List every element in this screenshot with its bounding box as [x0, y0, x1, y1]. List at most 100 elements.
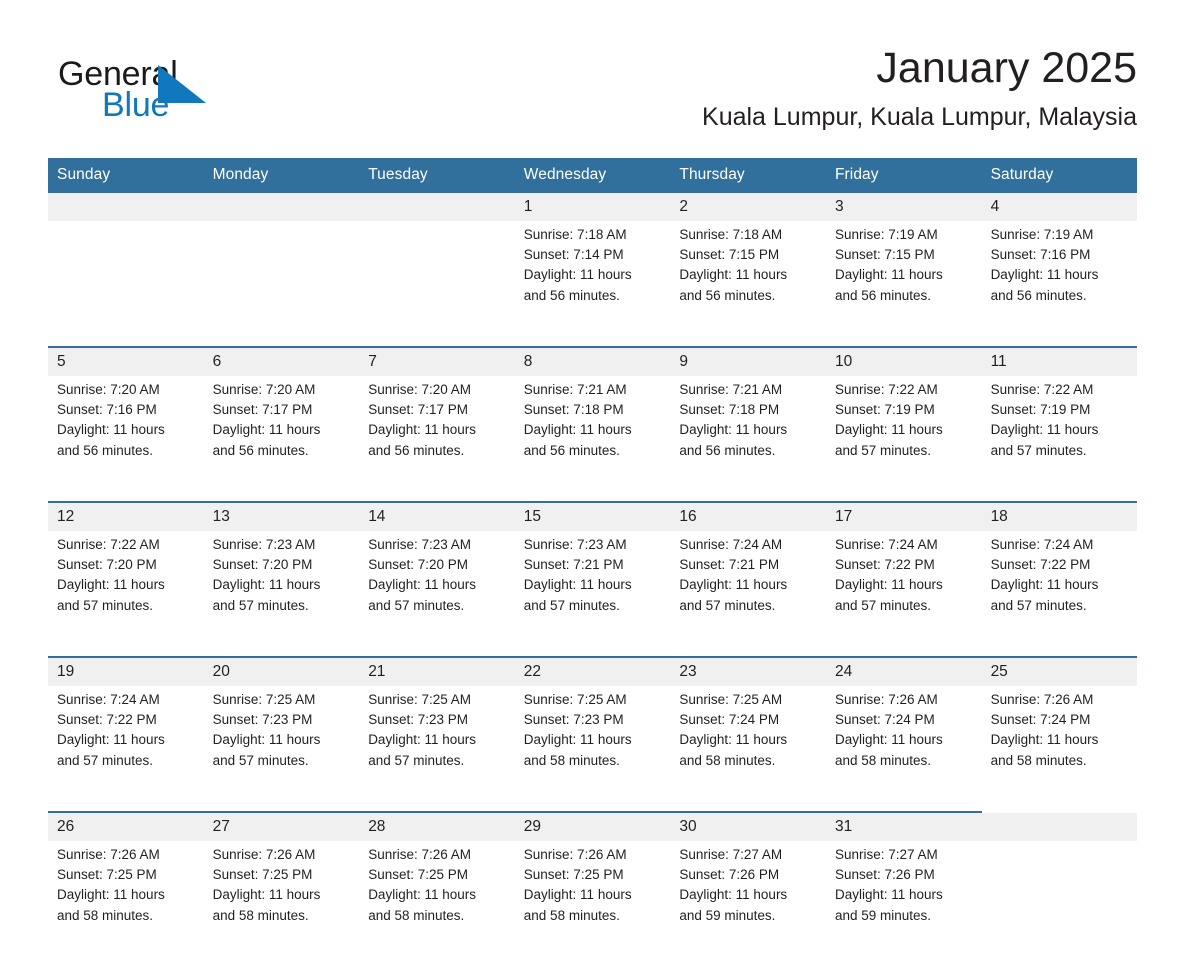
day-detail-22[interactable]: Sunrise: 7:25 AM Sunset: 7:23 PM Daylight:…: [514, 686, 671, 800]
day-detail-line: Sunset: 7:21 PM: [523, 557, 624, 573]
day-detail-19[interactable]: Sunrise: 7:24 AM Sunset: 7:22 PM Daylight:…: [48, 686, 204, 800]
calendar-table: Sunday Monday Tuesday Wednesday Thursday Frid…: [48, 158, 1138, 955]
day-number-16[interactable]: 16: [670, 503, 826, 531]
day-number-3[interactable]: 3: [825, 193, 982, 221]
day-detail-line: Sunset: 7:19 PM: [834, 402, 935, 418]
day-number-9[interactable]: 9: [670, 348, 826, 376]
day-detail-3[interactable]: Sunrise: 7:19 AM Sunset: 7:15 PM Daylight:…: [825, 221, 982, 335]
day-detail-line: Daylight: 11 hours: [990, 267, 1099, 283]
day-detail-line: Sunset: 7:23 PM: [368, 712, 468, 728]
day-detail-line: Sunset: 7:25 PM: [368, 867, 468, 883]
day-detail-13[interactable]: Sunrise: 7:23 AM Sunset: 7:20 PM Daylight:…: [203, 531, 360, 645]
generalblue-logo[interactable]: General Blue: [58, 54, 258, 128]
day-detail-15[interactable]: Sunrise: 7:23 AM Sunset: 7:21 PM Daylight:…: [514, 531, 671, 645]
day-number-26[interactable]: 26: [48, 813, 204, 841]
day-detail-27[interactable]: Sunrise: 7:26 AM Sunset: 7:25 PM Daylight:…: [203, 841, 360, 955]
day-number-13[interactable]: 13: [203, 503, 360, 531]
day-number-18[interactable]: 18: [981, 503, 1138, 531]
day-detail-line: Daylight: 11 hours: [368, 887, 476, 903]
day-detail-24[interactable]: Sunrise: 7:26 AM Sunset: 7:24 PM Daylight:…: [825, 686, 982, 800]
day-number-20[interactable]: 20: [203, 658, 360, 686]
day-number-7[interactable]: 7: [359, 348, 515, 376]
day-number-4[interactable]: 4: [981, 193, 1138, 221]
day-number-30[interactable]: 30: [670, 813, 826, 841]
day-detail-12[interactable]: Sunrise: 7:22 AM Sunset: 7:20 PM Daylight:…: [48, 531, 204, 645]
day-detail-line: Daylight: 11 hours: [834, 577, 943, 593]
day-number-31[interactable]: 31: [825, 813, 982, 841]
day-detail-28[interactable]: Sunrise: 7:26 AM Sunset: 7:25 PM Daylight:…: [359, 841, 515, 955]
weekday-header-saturday: Saturday: [981, 158, 1138, 193]
day-number-2[interactable]: 2: [670, 193, 826, 221]
day-number-25[interactable]: 25: [981, 658, 1138, 686]
day-detail-26[interactable]: Sunrise: 7:26 AM Sunset: 7:25 PM Daylight:…: [48, 841, 204, 955]
day-detail-line: Daylight: 11 hours: [679, 422, 788, 438]
day-number-22[interactable]: 22: [514, 658, 671, 686]
day-detail-6[interactable]: Sunrise: 7:20 AM Sunset: 7:17 PM Daylight:…: [203, 376, 360, 490]
day-detail-18[interactable]: Sunrise: 7:24 AM Sunset: 7:22 PM Daylight:…: [981, 531, 1138, 645]
day-detail-line: Daylight: 11 hours: [523, 887, 632, 903]
day-number-1[interactable]: 1: [514, 193, 671, 221]
day-detail-line: and 56 minutes.: [990, 287, 1087, 303]
day-number-23[interactable]: 23: [670, 658, 826, 686]
day-detail-29[interactable]: Sunrise: 7:26 AM Sunset: 7:25 PM Daylight:…: [514, 841, 671, 955]
day-detail-25[interactable]: Sunrise: 7:26 AM Sunset: 7:24 PM Daylight:…: [981, 686, 1138, 800]
day-detail-line: Sunset: 7:21 PM: [679, 557, 780, 573]
day-detail-30[interactable]: Sunrise: 7:27 AM Sunset: 7:26 PM Daylight:…: [670, 841, 826, 955]
day-detail-line: Sunrise: 7:26 AM: [57, 847, 160, 862]
day-number-12[interactable]: 12: [48, 503, 204, 531]
day-detail-line: Sunrise: 7:20 AM: [212, 382, 316, 397]
day-detail-16[interactable]: Sunrise: 7:24 AM Sunset: 7:21 PM Daylight:…: [670, 531, 826, 645]
calendar-grid: Sunday Monday Tuesday Wednesday Thursday Frid…: [48, 158, 1138, 955]
day-number-27[interactable]: 27: [203, 813, 360, 841]
day-detail-row: Sunrise: 7:24 AM Sunset: 7:22 PM Daylight:…: [48, 686, 1138, 800]
day-number-17[interactable]: 17: [825, 503, 982, 531]
day-detail-23[interactable]: Sunrise: 7:25 AM Sunset: 7:24 PM Daylight:…: [670, 686, 826, 800]
day-number-28[interactable]: 28: [359, 813, 515, 841]
day-detail-line: Sunrise: 7:26 AM: [990, 692, 1094, 707]
day-detail-line: and 57 minutes.: [212, 597, 309, 613]
day-detail-line: Sunset: 7:15 PM: [679, 247, 780, 263]
day-detail-line: and 57 minutes.: [57, 597, 154, 613]
day-detail-21[interactable]: Sunrise: 7:25 AM Sunset: 7:23 PM Daylight:…: [359, 686, 515, 800]
day-number-empty: [203, 193, 360, 221]
day-detail-line: Sunrise: 7:26 AM: [523, 847, 627, 862]
day-detail-line: and 57 minutes.: [212, 752, 309, 768]
day-detail-10[interactable]: Sunrise: 7:22 AM Sunset: 7:19 PM Daylight:…: [825, 376, 982, 490]
day-detail-line: and 56 minutes.: [212, 442, 309, 458]
day-detail-7[interactable]: Sunrise: 7:20 AM Sunset: 7:17 PM Daylight:…: [359, 376, 515, 490]
day-number-19[interactable]: 19: [48, 658, 204, 686]
day-detail-line: Sunrise: 7:24 AM: [679, 537, 783, 552]
day-detail-4[interactable]: Sunrise: 7:19 AM Sunset: 7:16 PM Daylight:…: [981, 221, 1138, 335]
day-number-8[interactable]: 8: [514, 348, 671, 376]
day-detail-line: Sunrise: 7:22 AM: [834, 382, 938, 397]
day-detail-5[interactable]: Sunrise: 7:20 AM Sunset: 7:16 PM Daylight:…: [48, 376, 204, 490]
day-detail-line: Sunrise: 7:25 AM: [523, 692, 627, 707]
day-number-14[interactable]: 14: [359, 503, 515, 531]
day-detail-11[interactable]: Sunrise: 7:22 AM Sunset: 7:19 PM Daylight:…: [981, 376, 1138, 490]
day-detail-17[interactable]: Sunrise: 7:24 AM Sunset: 7:22 PM Daylight:…: [825, 531, 982, 645]
day-detail-1[interactable]: Sunrise: 7:18 AM Sunset: 7:14 PM Daylight:…: [514, 221, 671, 335]
day-detail-line: Sunrise: 7:18 AM: [679, 227, 783, 242]
day-detail-line: Daylight: 11 hours: [990, 577, 1099, 593]
day-detail-line: Sunrise: 7:24 AM: [57, 692, 160, 707]
day-number-29[interactable]: 29: [514, 813, 671, 841]
day-detail-line: and 56 minutes.: [679, 287, 776, 303]
day-detail-8[interactable]: Sunrise: 7:21 AM Sunset: 7:18 PM Daylight:…: [514, 376, 671, 490]
day-number-5[interactable]: 5: [48, 348, 204, 376]
day-detail-9[interactable]: Sunrise: 7:21 AM Sunset: 7:18 PM Daylight:…: [670, 376, 826, 490]
day-detail-2[interactable]: Sunrise: 7:18 AM Sunset: 7:15 PM Daylight:…: [670, 221, 826, 335]
day-number-empty: [981, 813, 1138, 841]
day-detail-line: Daylight: 11 hours: [834, 732, 943, 748]
day-number-21[interactable]: 21: [359, 658, 515, 686]
day-detail-20[interactable]: Sunrise: 7:25 AM Sunset: 7:23 PM Daylight:…: [203, 686, 360, 800]
day-detail-line: Sunrise: 7:26 AM: [212, 847, 316, 862]
day-detail-line: Sunrise: 7:25 AM: [679, 692, 783, 707]
day-detail-line: Daylight: 11 hours: [679, 887, 788, 903]
day-detail-14[interactable]: Sunrise: 7:23 AM Sunset: 7:20 PM Daylight:…: [359, 531, 515, 645]
day-number-11[interactable]: 11: [981, 348, 1138, 376]
day-number-15[interactable]: 15: [514, 503, 671, 531]
day-number-6[interactable]: 6: [203, 348, 360, 376]
day-number-10[interactable]: 10: [825, 348, 982, 376]
day-number-24[interactable]: 24: [825, 658, 982, 686]
day-detail-31[interactable]: Sunrise: 7:27 AM Sunset: 7:26 PM Daylight:…: [825, 841, 982, 955]
